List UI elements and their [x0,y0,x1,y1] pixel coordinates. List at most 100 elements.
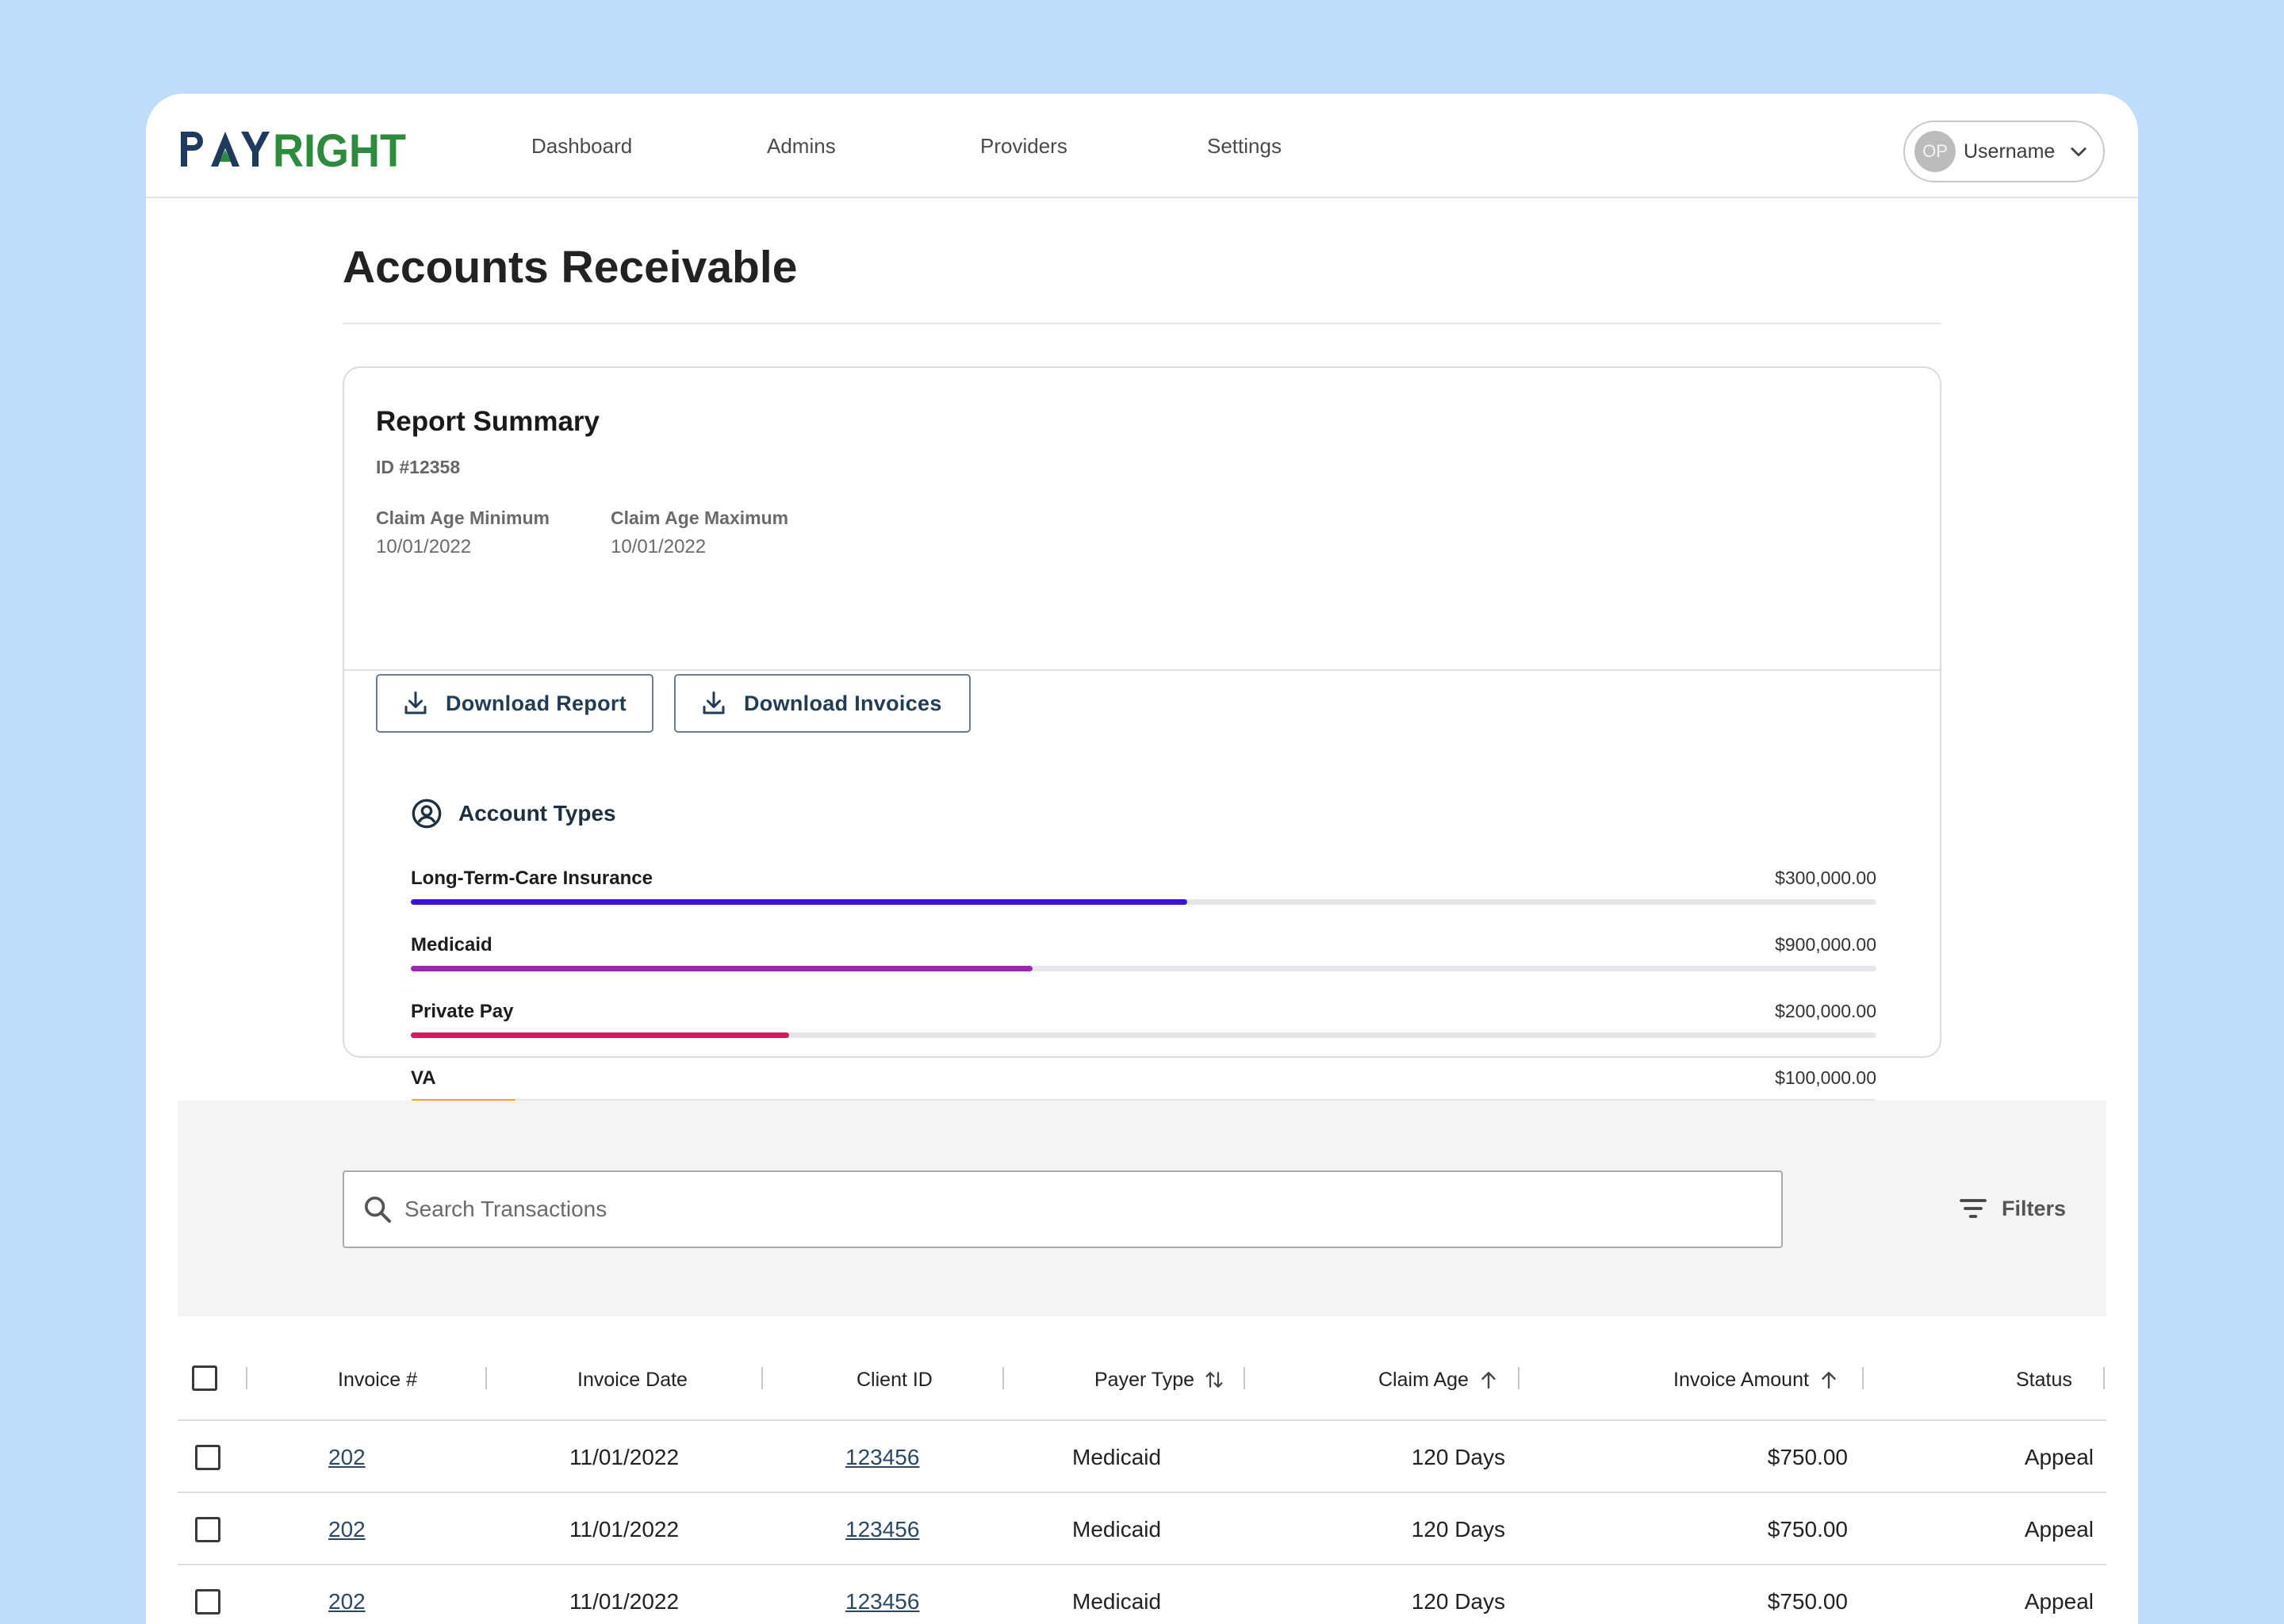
search-icon [365,1197,391,1223]
account-type-amount: $200,000.00 [1775,1001,1876,1021]
filter-icon [1960,1199,1987,1218]
account-type-progress-track [411,899,1876,905]
invoice-date-cell: 11/01/2022 [569,1588,680,1614]
column-separator [1244,1367,1245,1389]
status-cell: Appeal [2024,1516,2094,1542]
client-id-link[interactable]: 123456 [845,1517,919,1542]
column-header-label: Invoice # [338,1368,418,1391]
transactions-table: Invoice # Invoice Date Client ID Payer T… [178,1339,2106,1624]
claim-age-min-label: Claim Age Minimum [376,508,550,528]
column-separator [485,1367,487,1389]
report-summary-card: Report Summary ID #12358 Claim Age Minim… [343,366,1941,1105]
status-cell: Appeal [2024,1444,2094,1469]
user-name: Username [1964,140,2056,163]
column-header-status[interactable]: Status [2016,1339,2072,1421]
sort-up-icon[interactable] [1817,1368,1841,1392]
nav-settings[interactable]: Settings [1207,130,1282,162]
row-checkbox[interactable] [195,1445,220,1470]
sort-up-icon[interactable] [1477,1368,1500,1392]
invoice-date-cell: 11/01/2022 [569,1444,680,1469]
payer-type-cell: Medicaid [1072,1516,1162,1542]
claim-age-cell: 120 Days [1411,1516,1505,1542]
invoice-amount-cell: $750.00 [1767,1444,1848,1469]
status-cell: Appeal [2024,1588,2094,1614]
select-all-checkbox[interactable] [192,1365,217,1391]
account-type-name: Private Pay [411,1001,514,1022]
column-header-invoice-date[interactable]: Invoice Date [577,1339,688,1421]
column-header-payer-type[interactable]: Payer Type [1094,1339,1226,1421]
claim-age-min-value: 10/01/2022 [376,536,472,557]
title-divider [343,323,1941,324]
account-type-progress-fill [411,966,1033,971]
account-type-progress-fill [411,899,1188,905]
column-separator [1002,1367,1004,1389]
download-invoices-label: Download Invoices [744,691,942,715]
search-filter-bar: Filters [178,1101,2106,1316]
chevron-down-icon [2071,147,2087,157]
payright-logo[interactable]: RIGHT [178,124,408,173]
invoice-link[interactable]: 202 [328,1589,366,1614]
account-types-title: Account Types [458,801,616,825]
claim-age-max-label: Claim Age Maximum [611,508,789,528]
download-invoices-button[interactable]: Download Invoices [674,674,971,733]
download-icon [703,691,725,714]
account-type-amount: $900,000.00 [1775,934,1876,955]
nav-providers[interactable]: Providers [980,130,1067,162]
column-separator [2103,1367,2105,1389]
card-divider [344,669,1940,671]
search-box[interactable] [343,1170,1783,1248]
client-id-link[interactable]: 123456 [845,1589,919,1614]
invoice-date-cell: 11/01/2022 [569,1516,680,1542]
account-type-progress-track [411,1032,1876,1038]
avatar: OP [1914,131,1956,172]
column-header-invoice[interactable]: Invoice # [338,1339,417,1421]
svg-text:RIGHT: RIGHT [273,125,406,173]
payer-type-cell: Medicaid [1072,1444,1162,1469]
invoice-amount-cell: $750.00 [1767,1516,1848,1542]
table-row[interactable]: 202 11/01/2022 123456 Medicaid 120 Days … [178,1421,2106,1493]
invoice-link[interactable]: 202 [328,1445,366,1470]
invoice-amount-cell: $750.00 [1767,1588,1848,1614]
table-row[interactable]: 202 11/01/2022 123456 Medicaid 120 Days … [178,1565,2106,1624]
account-type-name: Long-Term-Care Insurance [411,868,653,889]
payer-type-cell: Medicaid [1072,1588,1162,1614]
account-type-row: Medicaid $900,000.00 [411,934,1876,998]
account-type-progress-track [411,966,1876,971]
user-circle-icon [412,799,442,829]
column-header-label: Status [2016,1368,2072,1391]
top-navigation-bar: RIGHT Dashboard Admins Providers Setting… [146,94,2138,198]
column-header-label: Payer Type [1094,1368,1195,1391]
account-type-amount: $100,000.00 [1775,1067,1876,1088]
account-type-amount: $300,000.00 [1775,868,1876,888]
column-separator [246,1367,247,1389]
report-id: ID #12358 [376,457,461,477]
column-header-claim-age[interactable]: Claim Age [1378,1339,1500,1421]
column-separator [1862,1367,1864,1389]
client-id-link[interactable]: 123456 [845,1445,919,1470]
account-type-row: Private Pay $200,000.00 [411,1001,1876,1064]
account-type-progress-fill [411,1032,789,1038]
table-row[interactable]: 202 11/01/2022 123456 Medicaid 120 Days … [178,1493,2106,1565]
search-input[interactable] [404,1197,1753,1222]
column-separator [761,1367,763,1389]
column-header-label: Invoice Amount [1673,1368,1809,1391]
column-header-invoice-amount[interactable]: Invoice Amount [1673,1339,1841,1421]
filters-button[interactable]: Filters [1957,1193,2066,1224]
column-separator [1518,1367,1519,1389]
column-header-client-id[interactable]: Client ID [856,1339,933,1421]
column-header-label: Invoice Date [577,1368,688,1391]
filters-label: Filters [2002,1196,2067,1220]
row-checkbox[interactable] [195,1517,220,1542]
invoice-link[interactable]: 202 [328,1517,366,1542]
user-menu-button[interactable]: OP Username [1903,121,2105,182]
column-header-label: Claim Age [1378,1368,1469,1391]
app-window: RIGHT Dashboard Admins Providers Setting… [146,94,2138,1624]
sort-both-icon[interactable] [1202,1368,1226,1392]
download-report-button[interactable]: Download Report [376,674,653,733]
nav-dashboard[interactable]: Dashboard [531,130,632,162]
account-type-name: Medicaid [411,934,492,956]
row-checkbox[interactable] [195,1589,220,1614]
table-header: Invoice # Invoice Date Client ID Payer T… [178,1339,2106,1421]
nav-admins[interactable]: Admins [767,130,836,162]
report-summary-title: Report Summary [376,406,600,437]
